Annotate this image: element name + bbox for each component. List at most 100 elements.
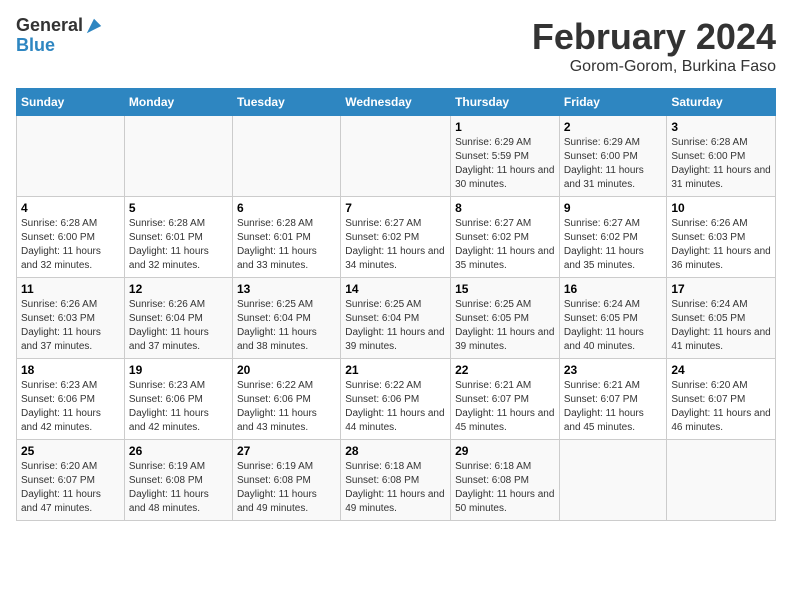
calendar-table: SundayMondayTuesdayWednesdayThursdayFrid… bbox=[16, 88, 776, 521]
calendar-cell: 19 Sunrise: 6:23 AMSunset: 6:06 PMDayligh… bbox=[124, 359, 232, 440]
day-number: 17 bbox=[671, 282, 771, 296]
day-number: 21 bbox=[345, 363, 446, 377]
day-number: 15 bbox=[455, 282, 555, 296]
day-detail: Sunrise: 6:24 AMSunset: 6:05 PMDaylight:… bbox=[564, 298, 663, 354]
day-number: 26 bbox=[129, 444, 228, 458]
calendar-cell: 1 Sunrise: 6:29 AMSunset: 5:59 PMDaylight… bbox=[451, 116, 560, 197]
column-header-thursday: Thursday bbox=[451, 89, 560, 116]
calendar-week-row: 25 Sunrise: 6:20 AMSunset: 6:07 PMDayligh… bbox=[17, 440, 776, 521]
calendar-cell: 11 Sunrise: 6:26 AMSunset: 6:03 PMDayligh… bbox=[17, 278, 125, 359]
day-detail: Sunrise: 6:27 AMSunset: 6:02 PMDaylight:… bbox=[564, 217, 663, 273]
day-number: 13 bbox=[237, 282, 336, 296]
calendar-cell: 29 Sunrise: 6:18 AMSunset: 6:08 PMDayligh… bbox=[451, 440, 560, 521]
day-detail: Sunrise: 6:28 AMSunset: 6:01 PMDaylight:… bbox=[129, 217, 228, 273]
day-detail: Sunrise: 6:21 AMSunset: 6:07 PMDaylight:… bbox=[455, 379, 555, 435]
calendar-cell: 28Sunrise: 6:18 AMSunset: 6:08 PMDayligh… bbox=[341, 440, 451, 521]
day-number: 16 bbox=[564, 282, 663, 296]
calendar-cell: 2Sunrise: 6:29 AMSunset: 6:00 PMDaylight… bbox=[559, 116, 667, 197]
day-detail: Sunrise: 6:19 AMSunset: 6:08 PMDaylight:… bbox=[237, 460, 336, 516]
day-detail: Sunrise: 6:26 AMSunset: 6:04 PMDaylight:… bbox=[129, 298, 228, 354]
day-number: 25 bbox=[21, 444, 120, 458]
calendar-cell: 21 Sunrise: 6:22 AMSunset: 6:06 PMDayligh… bbox=[341, 359, 451, 440]
day-detail: Sunrise: 6:25 AMSunset: 6:04 PMDaylight:… bbox=[237, 298, 336, 354]
calendar-week-row: 18Sunrise: 6:23 AMSunset: 6:06 PMDayligh… bbox=[17, 359, 776, 440]
day-detail: Sunrise: 6:20 AMSunset: 6:07 PMDaylight:… bbox=[21, 460, 120, 516]
day-number: 19 bbox=[129, 363, 228, 377]
day-number: 8 bbox=[455, 201, 555, 215]
column-header-sunday: Sunday bbox=[17, 89, 125, 116]
calendar-cell bbox=[17, 116, 125, 197]
day-detail: Sunrise: 6:27 AMSunset: 6:02 PMDaylight:… bbox=[455, 217, 555, 273]
day-detail: Sunrise: 6:23 AMSunset: 6:06 PMDaylight:… bbox=[21, 379, 120, 435]
calendar-cell: 3 Sunrise: 6:28 AMSunset: 6:00 PMDaylight… bbox=[667, 116, 776, 197]
day-detail: Sunrise: 6:27 AMSunset: 6:02 PMDaylight:… bbox=[345, 217, 446, 273]
day-number: 20 bbox=[237, 363, 336, 377]
day-detail: Sunrise: 6:22 AMSunset: 6:06 PMDaylight:… bbox=[237, 379, 336, 435]
day-number: 29 bbox=[455, 444, 555, 458]
calendar-cell: 15Sunrise: 6:25 AMSunset: 6:05 PMDayligh… bbox=[451, 278, 560, 359]
column-header-wednesday: Wednesday bbox=[341, 89, 451, 116]
day-detail: Sunrise: 6:25 AMSunset: 6:04 PMDaylight:… bbox=[345, 298, 446, 354]
calendar-cell: 26Sunrise: 6:19 AMSunset: 6:08 PMDayligh… bbox=[124, 440, 232, 521]
day-number: 23 bbox=[564, 363, 663, 377]
column-header-monday: Monday bbox=[124, 89, 232, 116]
calendar-week-row: 4 Sunrise: 6:28 AMSunset: 6:00 PMDaylight… bbox=[17, 197, 776, 278]
calendar-cell: 22 Sunrise: 6:21 AMSunset: 6:07 PMDayligh… bbox=[451, 359, 560, 440]
calendar-cell: 8 Sunrise: 6:27 AMSunset: 6:02 PMDaylight… bbox=[451, 197, 560, 278]
calendar-cell bbox=[341, 116, 451, 197]
day-detail: Sunrise: 6:28 AMSunset: 6:00 PMDaylight:… bbox=[671, 136, 771, 192]
calendar-cell: 9 Sunrise: 6:27 AMSunset: 6:02 PMDaylight… bbox=[559, 197, 667, 278]
calendar-cell: 16 Sunrise: 6:24 AMSunset: 6:05 PMDayligh… bbox=[559, 278, 667, 359]
column-header-tuesday: Tuesday bbox=[232, 89, 340, 116]
day-detail: Sunrise: 6:22 AMSunset: 6:06 PMDaylight:… bbox=[345, 379, 446, 435]
calendar-cell: 5 Sunrise: 6:28 AMSunset: 6:01 PMDaylight… bbox=[124, 197, 232, 278]
day-detail: Sunrise: 6:18 AMSunset: 6:08 PMDaylight:… bbox=[345, 460, 446, 516]
calendar-cell: 17 Sunrise: 6:24 AMSunset: 6:05 PMDayligh… bbox=[667, 278, 776, 359]
calendar-cell bbox=[232, 116, 340, 197]
calendar-cell bbox=[124, 116, 232, 197]
calendar-cell: 12Sunrise: 6:26 AMSunset: 6:04 PMDayligh… bbox=[124, 278, 232, 359]
day-number: 5 bbox=[129, 201, 228, 215]
calendar-header-row: SundayMondayTuesdayWednesdayThursdayFrid… bbox=[17, 89, 776, 116]
calendar-cell: 24 Sunrise: 6:20 AMSunset: 6:07 PMDayligh… bbox=[667, 359, 776, 440]
day-number: 7 bbox=[345, 201, 446, 215]
day-number: 10 bbox=[671, 201, 771, 215]
calendar-cell: 6Sunrise: 6:28 AMSunset: 6:01 PMDaylight… bbox=[232, 197, 340, 278]
calendar-cell: 23 Sunrise: 6:21 AMSunset: 6:07 PMDayligh… bbox=[559, 359, 667, 440]
day-number: 4 bbox=[21, 201, 120, 215]
calendar-cell: 18Sunrise: 6:23 AMSunset: 6:06 PMDayligh… bbox=[17, 359, 125, 440]
day-number: 11 bbox=[21, 282, 120, 296]
calendar-cell: 20 Sunrise: 6:22 AMSunset: 6:06 PMDayligh… bbox=[232, 359, 340, 440]
day-detail: Sunrise: 6:26 AMSunset: 6:03 PMDaylight:… bbox=[21, 298, 120, 354]
day-detail: Sunrise: 6:24 AMSunset: 6:05 PMDaylight:… bbox=[671, 298, 771, 354]
day-detail: Sunrise: 6:18 AMSunset: 6:08 PMDaylight:… bbox=[455, 460, 555, 516]
logo-icon bbox=[85, 17, 103, 35]
day-number: 1 bbox=[455, 120, 555, 134]
day-detail: Sunrise: 6:20 AMSunset: 6:07 PMDaylight:… bbox=[671, 379, 771, 435]
calendar-cell: 27Sunrise: 6:19 AMSunset: 6:08 PMDayligh… bbox=[232, 440, 340, 521]
day-number: 22 bbox=[455, 363, 555, 377]
day-detail: Sunrise: 6:23 AMSunset: 6:06 PMDaylight:… bbox=[129, 379, 228, 435]
calendar-cell: 10 Sunrise: 6:26 AMSunset: 6:03 PMDayligh… bbox=[667, 197, 776, 278]
calendar-cell bbox=[667, 440, 776, 521]
day-number: 3 bbox=[671, 120, 771, 134]
calendar-cell: 4 Sunrise: 6:28 AMSunset: 6:00 PMDaylight… bbox=[17, 197, 125, 278]
logo: General Blue bbox=[16, 16, 103, 56]
day-detail: Sunrise: 6:21 AMSunset: 6:07 PMDaylight:… bbox=[564, 379, 663, 435]
calendar-cell: 7 Sunrise: 6:27 AMSunset: 6:02 PMDaylight… bbox=[341, 197, 451, 278]
main-title: February 2024 bbox=[532, 16, 776, 58]
day-detail: Sunrise: 6:29 AMSunset: 6:00 PMDaylight:… bbox=[564, 136, 663, 192]
day-detail: Sunrise: 6:28 AMSunset: 6:00 PMDaylight:… bbox=[21, 217, 120, 273]
calendar-cell bbox=[559, 440, 667, 521]
day-number: 24 bbox=[671, 363, 771, 377]
calendar-cell: 13 Sunrise: 6:25 AMSunset: 6:04 PMDayligh… bbox=[232, 278, 340, 359]
subtitle: Gorom-Gorom, Burkina Faso bbox=[532, 58, 776, 76]
logo-blue-text: Blue bbox=[16, 36, 103, 56]
day-number: 14 bbox=[345, 282, 446, 296]
day-detail: Sunrise: 6:28 AMSunset: 6:01 PMDaylight:… bbox=[237, 217, 336, 273]
logo-general-text: General bbox=[16, 16, 83, 36]
day-detail: Sunrise: 6:26 AMSunset: 6:03 PMDaylight:… bbox=[671, 217, 771, 273]
calendar-week-row: 1 Sunrise: 6:29 AMSunset: 5:59 PMDaylight… bbox=[17, 116, 776, 197]
day-number: 9 bbox=[564, 201, 663, 215]
day-detail: Sunrise: 6:29 AMSunset: 5:59 PMDaylight:… bbox=[455, 136, 555, 192]
